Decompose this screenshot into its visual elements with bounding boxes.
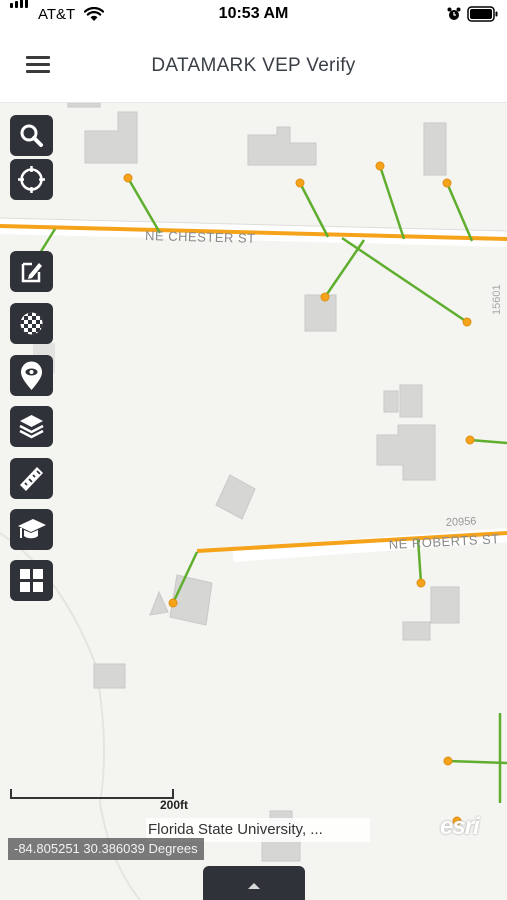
app-bar: DATAMARK VEP Verify: [0, 30, 507, 103]
app-title: DATAMARK VEP Verify: [151, 55, 356, 76]
street-label-roberts: NE ROBERTS ST: [388, 531, 500, 552]
address-points: [123, 161, 475, 826]
locate-crosshair-icon: [18, 166, 45, 193]
buildings: [33, 103, 460, 862]
coordinate-readout: -84.805251 30.386039 Degrees: [8, 838, 204, 860]
connector-lines: [38, 165, 507, 803]
address-label: 15601: [491, 284, 503, 315]
bottom-panel-toggle[interactable]: [203, 866, 305, 900]
basemap-checker-icon: [20, 312, 43, 335]
search-icon: [20, 124, 43, 147]
layers-icon: [19, 415, 44, 439]
map-canvas: NE CHESTER ST NE ROBERTS ST 20956 15601: [0, 103, 507, 900]
clock: 10:53 AM: [218, 5, 289, 22]
layers-button[interactable]: [10, 406, 53, 447]
esri-logo: esri: [440, 813, 480, 840]
battery-icon: [467, 6, 498, 22]
ruler-icon: [20, 467, 43, 491]
address-label: 20956: [446, 515, 477, 529]
eye-pin-icon: [21, 361, 42, 390]
alarm-icon: [447, 7, 461, 20]
basemap-button[interactable]: [10, 303, 53, 344]
edit-icon: [21, 262, 42, 283]
chevron-up-icon: [248, 883, 260, 889]
edit-button[interactable]: [10, 251, 53, 292]
status-bar: AT&T 10:53 AM: [0, 0, 507, 30]
visibility-button[interactable]: [10, 355, 53, 396]
locate-button[interactable]: [10, 159, 53, 200]
scale-label: 200ft: [160, 798, 189, 812]
graduation-cap-icon: [18, 519, 46, 539]
grid-button[interactable]: [10, 560, 53, 601]
street-label-chester: NE CHESTER ST: [145, 228, 256, 246]
map-view[interactable]: NE CHESTER ST NE ROBERTS ST 20956 15601: [0, 103, 507, 900]
measure-button[interactable]: [10, 458, 53, 499]
search-button[interactable]: [10, 115, 53, 156]
grid-icon: [20, 569, 43, 592]
graduation-button[interactable]: [10, 509, 53, 550]
